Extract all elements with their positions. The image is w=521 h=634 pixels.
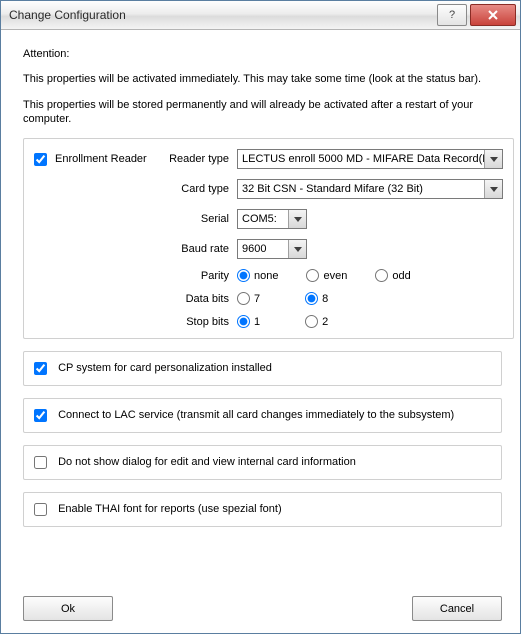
enrollment-reader-label: Enrollment Reader [55,153,147,165]
data-bits-7-label: 7 [254,293,260,305]
no-dialog-label: Do not show dialog for edit and view int… [58,456,356,468]
parity-even-label: even [323,270,347,282]
serial-label: Serial [154,213,237,225]
lac-fieldset: Connect to LAC service (transmit all car… [23,398,502,433]
dialog-window: Change Configuration ? Attention: This p… [0,0,521,634]
parity-none-radio[interactable] [237,269,250,282]
data-bits-8-radio[interactable] [305,292,318,305]
help-button[interactable]: ? [437,4,467,26]
ok-button-label: Ok [61,603,75,615]
stop-bits-2-label: 2 [322,316,328,328]
parity-none-label: none [254,270,278,282]
info-paragraph-1: This properties will be activated immedi… [23,72,502,86]
thai-fieldset: Enable THAI font for reports (use spezia… [23,492,502,527]
chevron-down-icon [484,150,502,168]
no-dialog-fieldset: Do not show dialog for edit and view int… [23,445,502,480]
cancel-button-label: Cancel [440,603,474,615]
stop-bits-2-radio[interactable] [305,315,318,328]
thai-checkbox[interactable] [34,503,47,516]
enrollment-fieldset: Enrollment Reader Reader type LECTUS enr… [23,138,514,339]
chevron-down-icon [288,240,306,258]
footer: Ok Cancel [23,596,502,621]
titlebar: Change Configuration ? [1,1,520,30]
card-type-select[interactable]: 32 Bit CSN - Standard Mifare (32 Bit) [237,179,503,199]
attention-label: Attention: [23,48,502,60]
chevron-down-icon [484,180,502,198]
close-icon [487,10,499,20]
thai-label: Enable THAI font for reports (use spezia… [58,503,282,515]
cp-system-label: CP system for card personalization insta… [58,362,272,374]
serial-select[interactable]: COM5: [237,209,307,229]
reader-type-label: Reader type [154,153,237,165]
baud-rate-value: 9600 [238,243,288,255]
lac-label: Connect to LAC service (transmit all car… [58,409,454,421]
card-type-value: 32 Bit CSN - Standard Mifare (32 Bit) [238,183,484,195]
data-bits-7-radio[interactable] [237,292,250,305]
stop-bits-1-label: 1 [254,316,260,328]
chevron-down-icon [288,210,306,228]
lac-checkbox[interactable] [34,409,47,422]
serial-value: COM5: [238,213,288,225]
data-bits-8-label: 8 [322,293,328,305]
cancel-button[interactable]: Cancel [412,596,502,621]
client-area: Attention: This properties will be activ… [1,30,520,633]
no-dialog-checkbox[interactable] [34,456,47,469]
baud-rate-select[interactable]: 9600 [237,239,307,259]
cp-system-fieldset: CP system for card personalization insta… [23,351,502,386]
window-title: Change Configuration [9,8,437,22]
reader-type-select[interactable]: LECTUS enroll 5000 MD - MIFARE Data Reco… [237,149,503,169]
enrollment-reader-checkbox[interactable] [34,153,47,166]
baud-rate-label: Baud rate [154,243,237,255]
parity-odd-radio[interactable] [375,269,388,282]
reader-type-value: LECTUS enroll 5000 MD - MIFARE Data Reco… [238,153,484,165]
ok-button[interactable]: Ok [23,596,113,621]
stop-bits-1-radio[interactable] [237,315,250,328]
stop-bits-label: Stop bits [154,316,237,328]
card-type-label: Card type [154,183,237,195]
close-button[interactable] [470,4,516,26]
data-bits-label: Data bits [154,293,237,305]
parity-label: Parity [154,270,237,282]
info-paragraph-2: This properties will be stored permanent… [23,98,502,126]
help-icon: ? [449,9,455,21]
parity-odd-label: odd [392,270,410,282]
cp-system-checkbox[interactable] [34,362,47,375]
parity-even-radio[interactable] [306,269,319,282]
